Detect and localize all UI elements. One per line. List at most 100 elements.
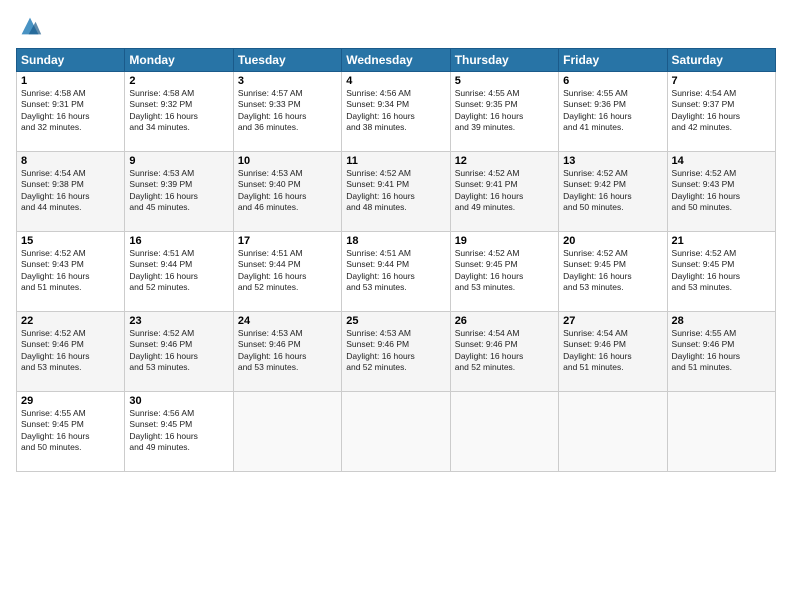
day-number: 6 xyxy=(563,75,662,87)
cell-content: Sunrise: 4:52 AMSunset: 9:45 PMDaylight:… xyxy=(672,248,771,294)
col-header-sunday: Sunday xyxy=(17,49,125,72)
cell-content: Sunrise: 4:54 AMSunset: 9:46 PMDaylight:… xyxy=(455,328,554,374)
cell-content: Sunrise: 4:52 AMSunset: 9:43 PMDaylight:… xyxy=(21,248,120,294)
day-number: 14 xyxy=(672,155,771,167)
calendar-cell xyxy=(233,392,341,472)
calendar-cell: 30Sunrise: 4:56 AMSunset: 9:45 PMDayligh… xyxy=(125,392,233,472)
day-number: 27 xyxy=(563,315,662,327)
week-row-1: 1Sunrise: 4:58 AMSunset: 9:31 PMDaylight… xyxy=(17,72,776,152)
day-number: 18 xyxy=(346,235,445,247)
week-row-3: 15Sunrise: 4:52 AMSunset: 9:43 PMDayligh… xyxy=(17,232,776,312)
cell-content: Sunrise: 4:52 AMSunset: 9:45 PMDaylight:… xyxy=(563,248,662,294)
week-row-2: 8Sunrise: 4:54 AMSunset: 9:38 PMDaylight… xyxy=(17,152,776,232)
calendar-cell: 6Sunrise: 4:55 AMSunset: 9:36 PMDaylight… xyxy=(559,72,667,152)
day-number: 28 xyxy=(672,315,771,327)
calendar-cell: 14Sunrise: 4:52 AMSunset: 9:43 PMDayligh… xyxy=(667,152,775,232)
cell-content: Sunrise: 4:55 AMSunset: 9:46 PMDaylight:… xyxy=(672,328,771,374)
calendar-cell: 12Sunrise: 4:52 AMSunset: 9:41 PMDayligh… xyxy=(450,152,558,232)
calendar-cell: 29Sunrise: 4:55 AMSunset: 9:45 PMDayligh… xyxy=(17,392,125,472)
day-number: 19 xyxy=(455,235,554,247)
header xyxy=(16,12,776,40)
calendar-cell: 24Sunrise: 4:53 AMSunset: 9:46 PMDayligh… xyxy=(233,312,341,392)
calendar-cell: 7Sunrise: 4:54 AMSunset: 9:37 PMDaylight… xyxy=(667,72,775,152)
cell-content: Sunrise: 4:56 AMSunset: 9:45 PMDaylight:… xyxy=(129,408,228,454)
calendar-cell: 5Sunrise: 4:55 AMSunset: 9:35 PMDaylight… xyxy=(450,72,558,152)
calendar-cell: 16Sunrise: 4:51 AMSunset: 9:44 PMDayligh… xyxy=(125,232,233,312)
day-number: 12 xyxy=(455,155,554,167)
calendar-cell: 21Sunrise: 4:52 AMSunset: 9:45 PMDayligh… xyxy=(667,232,775,312)
cell-content: Sunrise: 4:57 AMSunset: 9:33 PMDaylight:… xyxy=(238,88,337,134)
calendar-cell: 10Sunrise: 4:53 AMSunset: 9:40 PMDayligh… xyxy=(233,152,341,232)
col-header-monday: Monday xyxy=(125,49,233,72)
day-number: 15 xyxy=(21,235,120,247)
calendar-cell: 25Sunrise: 4:53 AMSunset: 9:46 PMDayligh… xyxy=(342,312,450,392)
calendar-cell: 18Sunrise: 4:51 AMSunset: 9:44 PMDayligh… xyxy=(342,232,450,312)
col-header-wednesday: Wednesday xyxy=(342,49,450,72)
cell-content: Sunrise: 4:56 AMSunset: 9:34 PMDaylight:… xyxy=(346,88,445,134)
day-number: 23 xyxy=(129,315,228,327)
day-number: 9 xyxy=(129,155,228,167)
day-number: 4 xyxy=(346,75,445,87)
calendar-cell: 17Sunrise: 4:51 AMSunset: 9:44 PMDayligh… xyxy=(233,232,341,312)
calendar-cell: 22Sunrise: 4:52 AMSunset: 9:46 PMDayligh… xyxy=(17,312,125,392)
calendar-cell: 20Sunrise: 4:52 AMSunset: 9:45 PMDayligh… xyxy=(559,232,667,312)
day-number: 20 xyxy=(563,235,662,247)
day-number: 17 xyxy=(238,235,337,247)
day-number: 11 xyxy=(346,155,445,167)
calendar-cell: 3Sunrise: 4:57 AMSunset: 9:33 PMDaylight… xyxy=(233,72,341,152)
day-number: 2 xyxy=(129,75,228,87)
cell-content: Sunrise: 4:55 AMSunset: 9:45 PMDaylight:… xyxy=(21,408,120,454)
page: SundayMondayTuesdayWednesdayThursdayFrid… xyxy=(0,0,792,612)
calendar-cell: 11Sunrise: 4:52 AMSunset: 9:41 PMDayligh… xyxy=(342,152,450,232)
cell-content: Sunrise: 4:58 AMSunset: 9:31 PMDaylight:… xyxy=(21,88,120,134)
week-row-4: 22Sunrise: 4:52 AMSunset: 9:46 PMDayligh… xyxy=(17,312,776,392)
cell-content: Sunrise: 4:55 AMSunset: 9:35 PMDaylight:… xyxy=(455,88,554,134)
week-row-5: 29Sunrise: 4:55 AMSunset: 9:45 PMDayligh… xyxy=(17,392,776,472)
calendar-table: SundayMondayTuesdayWednesdayThursdayFrid… xyxy=(16,48,776,472)
cell-content: Sunrise: 4:52 AMSunset: 9:45 PMDaylight:… xyxy=(455,248,554,294)
header-row: SundayMondayTuesdayWednesdayThursdayFrid… xyxy=(17,49,776,72)
col-header-thursday: Thursday xyxy=(450,49,558,72)
cell-content: Sunrise: 4:53 AMSunset: 9:40 PMDaylight:… xyxy=(238,168,337,214)
cell-content: Sunrise: 4:52 AMSunset: 9:41 PMDaylight:… xyxy=(455,168,554,214)
day-number: 1 xyxy=(21,75,120,87)
cell-content: Sunrise: 4:54 AMSunset: 9:38 PMDaylight:… xyxy=(21,168,120,214)
cell-content: Sunrise: 4:54 AMSunset: 9:46 PMDaylight:… xyxy=(563,328,662,374)
calendar-cell: 27Sunrise: 4:54 AMSunset: 9:46 PMDayligh… xyxy=(559,312,667,392)
col-header-saturday: Saturday xyxy=(667,49,775,72)
cell-content: Sunrise: 4:52 AMSunset: 9:43 PMDaylight:… xyxy=(672,168,771,214)
day-number: 5 xyxy=(455,75,554,87)
day-number: 24 xyxy=(238,315,337,327)
col-header-friday: Friday xyxy=(559,49,667,72)
day-number: 29 xyxy=(21,395,120,407)
day-number: 21 xyxy=(672,235,771,247)
day-number: 13 xyxy=(563,155,662,167)
cell-content: Sunrise: 4:53 AMSunset: 9:39 PMDaylight:… xyxy=(129,168,228,214)
calendar-cell xyxy=(342,392,450,472)
calendar-cell: 23Sunrise: 4:52 AMSunset: 9:46 PMDayligh… xyxy=(125,312,233,392)
cell-content: Sunrise: 4:53 AMSunset: 9:46 PMDaylight:… xyxy=(238,328,337,374)
day-number: 8 xyxy=(21,155,120,167)
calendar-cell: 19Sunrise: 4:52 AMSunset: 9:45 PMDayligh… xyxy=(450,232,558,312)
cell-content: Sunrise: 4:53 AMSunset: 9:46 PMDaylight:… xyxy=(346,328,445,374)
calendar-cell: 13Sunrise: 4:52 AMSunset: 9:42 PMDayligh… xyxy=(559,152,667,232)
calendar-cell: 4Sunrise: 4:56 AMSunset: 9:34 PMDaylight… xyxy=(342,72,450,152)
calendar-cell: 15Sunrise: 4:52 AMSunset: 9:43 PMDayligh… xyxy=(17,232,125,312)
calendar-cell: 1Sunrise: 4:58 AMSunset: 9:31 PMDaylight… xyxy=(17,72,125,152)
cell-content: Sunrise: 4:51 AMSunset: 9:44 PMDaylight:… xyxy=(238,248,337,294)
calendar-cell xyxy=(450,392,558,472)
calendar-header: SundayMondayTuesdayWednesdayThursdayFrid… xyxy=(17,49,776,72)
cell-content: Sunrise: 4:54 AMSunset: 9:37 PMDaylight:… xyxy=(672,88,771,134)
cell-content: Sunrise: 4:58 AMSunset: 9:32 PMDaylight:… xyxy=(129,88,228,134)
cell-content: Sunrise: 4:51 AMSunset: 9:44 PMDaylight:… xyxy=(129,248,228,294)
day-number: 22 xyxy=(21,315,120,327)
calendar-cell: 2Sunrise: 4:58 AMSunset: 9:32 PMDaylight… xyxy=(125,72,233,152)
calendar-cell: 26Sunrise: 4:54 AMSunset: 9:46 PMDayligh… xyxy=(450,312,558,392)
calendar-cell: 9Sunrise: 4:53 AMSunset: 9:39 PMDaylight… xyxy=(125,152,233,232)
col-header-tuesday: Tuesday xyxy=(233,49,341,72)
logo-icon xyxy=(16,12,44,40)
day-number: 30 xyxy=(129,395,228,407)
cell-content: Sunrise: 4:55 AMSunset: 9:36 PMDaylight:… xyxy=(563,88,662,134)
calendar-cell xyxy=(559,392,667,472)
day-number: 10 xyxy=(238,155,337,167)
